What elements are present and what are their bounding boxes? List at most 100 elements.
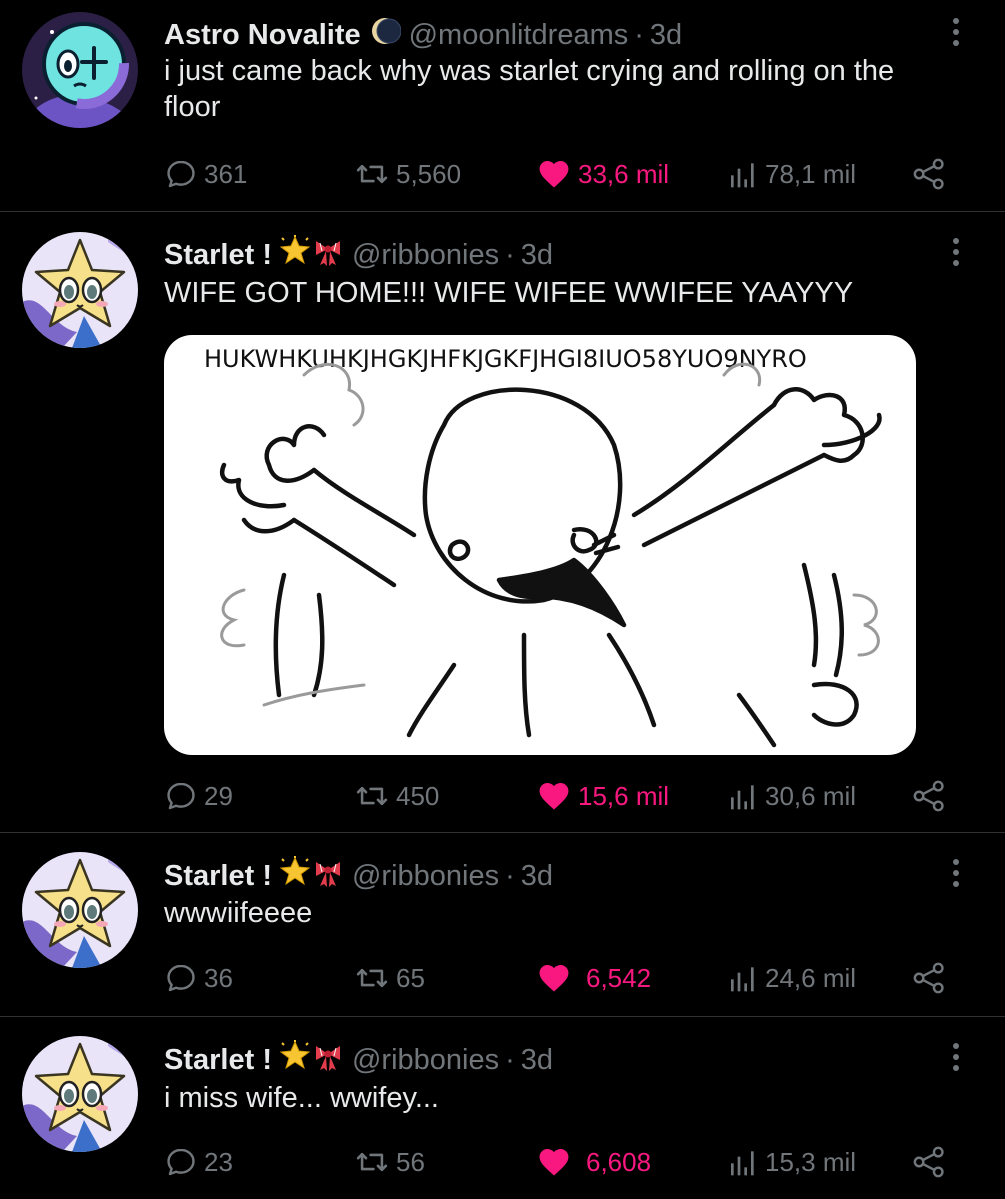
- reply-count: 23: [204, 1146, 233, 1177]
- views-button[interactable]: 24,6 mil: [727, 961, 856, 995]
- reply-count: 29: [204, 780, 233, 811]
- repost-count: 56: [396, 1146, 425, 1177]
- more-options-button[interactable]: [946, 235, 966, 269]
- reply-count: 36: [204, 962, 233, 993]
- post-header: Starlet ! @ribbonies · 3d: [164, 1040, 553, 1080]
- post-header: Starlet ! @ribbonies · 3d: [164, 856, 553, 896]
- post-4[interactable]: Starlet ! @ribbonies · 3d i miss wife...…: [0, 1017, 1005, 1199]
- reply-count: 361: [204, 158, 248, 189]
- share-icon: [912, 779, 946, 813]
- views-icon: [727, 961, 759, 995]
- repost-button[interactable]: 5,560: [354, 157, 461, 191]
- action-bar: 36 65 6,542 24,6 mil: [164, 961, 954, 995]
- reply-icon: [164, 157, 198, 191]
- doodle-drawing: [219, 362, 882, 748]
- avatar[interactable]: [22, 232, 138, 348]
- post-image[interactable]: HUKWHKUHKJHGKJHFKJGKFJHGI8IUO58YUO9NYRO: [164, 335, 916, 755]
- heart-icon: [536, 779, 572, 813]
- post-header: Astro Novalite @moonlitdreams · 3d: [164, 15, 682, 55]
- timestamp[interactable]: 3d: [521, 238, 553, 272]
- display-name[interactable]: Starlet !: [164, 1043, 272, 1077]
- repost-icon: [354, 961, 390, 995]
- action-bar: 23 56 6,608 15,3 mil: [164, 1145, 954, 1179]
- post-header: Starlet ! @ribbonies · 3d: [164, 235, 553, 275]
- reply-button[interactable]: 36: [164, 961, 233, 995]
- display-name[interactable]: Starlet !: [164, 859, 272, 893]
- more-options-button[interactable]: [946, 15, 966, 49]
- repost-count: 450: [396, 780, 440, 811]
- views-button[interactable]: 15,3 mil: [727, 1145, 856, 1179]
- share-icon: [912, 157, 946, 191]
- timestamp[interactable]: 3d: [521, 859, 553, 893]
- repost-icon: [354, 779, 390, 813]
- view-count: 78,1 mil: [765, 158, 857, 189]
- separator: ·: [505, 1044, 515, 1076]
- share-button[interactable]: [912, 1145, 952, 1179]
- like-count: 33,6 mil: [578, 158, 670, 189]
- separator: ·: [634, 19, 644, 51]
- user-handle[interactable]: @ribbonies: [352, 1043, 499, 1077]
- repost-button[interactable]: 450: [354, 779, 439, 813]
- share-button[interactable]: [912, 157, 952, 191]
- views-button[interactable]: 78,1 mil: [727, 157, 856, 191]
- user-handle[interactable]: @ribbonies: [352, 238, 499, 272]
- avatar-image: [22, 232, 138, 348]
- view-count: 24,6 mil: [765, 962, 857, 993]
- share-icon: [912, 1145, 946, 1179]
- like-button[interactable]: 33,6 mil: [536, 157, 669, 191]
- repost-icon: [354, 157, 390, 191]
- like-button[interactable]: 6,542: [536, 961, 651, 995]
- action-bar: 361 5,560 33,6 mil 78,1 mil: [164, 157, 954, 191]
- timestamp[interactable]: 3d: [650, 18, 682, 52]
- share-button[interactable]: [912, 779, 952, 813]
- avatar-image: [22, 1036, 138, 1152]
- repost-button[interactable]: 65: [354, 961, 425, 995]
- heart-icon: [536, 961, 572, 995]
- post-2[interactable]: Starlet ! @ribbonies · 3d WIFE GOT HOME!…: [0, 212, 1005, 832]
- views-icon: [727, 1145, 759, 1179]
- share-icon: [912, 961, 946, 995]
- reply-button[interactable]: 23: [164, 1145, 233, 1179]
- action-bar: 29 450 15,6 mil 30,6 mil: [164, 779, 954, 813]
- display-name[interactable]: Starlet !: [164, 238, 272, 272]
- separator: ·: [505, 239, 515, 271]
- views-icon: [727, 779, 759, 813]
- heart-icon: [536, 1145, 572, 1179]
- post-text: i just came back why was starlet crying …: [164, 55, 895, 123]
- post-3[interactable]: Starlet ! @ribbonies · 3d wwwiifeeee 36 …: [0, 833, 1005, 1016]
- post-text: wwwiifeeee: [164, 897, 313, 929]
- share-button[interactable]: [912, 961, 952, 995]
- like-button[interactable]: 15,6 mil: [536, 779, 669, 813]
- reply-button[interactable]: 361: [164, 157, 247, 191]
- repost-button[interactable]: 56: [354, 1145, 425, 1179]
- reply-icon: [164, 961, 198, 995]
- repost-count: 5,560: [396, 158, 462, 189]
- more-options-button[interactable]: [946, 856, 966, 890]
- reply-icon: [164, 779, 198, 813]
- views-icon: [727, 157, 759, 191]
- like-count: 6,608: [586, 1146, 652, 1177]
- user-handle[interactable]: @ribbonies: [352, 859, 499, 893]
- timestamp[interactable]: 3d: [521, 1043, 553, 1077]
- display-name[interactable]: Astro Novalite: [164, 18, 361, 52]
- repost-icon: [354, 1145, 390, 1179]
- post-text: WIFE GOT HOME!!! WIFE WIFEE WWIFEE YAAYY…: [164, 277, 854, 309]
- view-count: 30,6 mil: [765, 780, 857, 811]
- like-count: 6,542: [586, 962, 652, 993]
- more-options-button[interactable]: [946, 1040, 966, 1074]
- avatar[interactable]: [22, 12, 138, 128]
- avatar[interactable]: [22, 1036, 138, 1152]
- avatar-image: [22, 852, 138, 968]
- post-text: i miss wife... wwifey...: [164, 1082, 439, 1114]
- views-button[interactable]: 30,6 mil: [727, 779, 856, 813]
- heart-icon: [536, 157, 572, 191]
- user-handle[interactable]: @moonlitdreams: [409, 18, 629, 52]
- post-1[interactable]: Astro Novalite @moonlitdreams · 3d i jus…: [0, 0, 1005, 210]
- star-and-ribbon-icon: [280, 235, 344, 275]
- avatar-image: [22, 12, 138, 128]
- like-button[interactable]: 6,608: [536, 1145, 651, 1179]
- star-and-ribbon-icon: [280, 856, 344, 896]
- avatar[interactable]: [22, 852, 138, 968]
- reply-button[interactable]: 29: [164, 779, 233, 813]
- moon-icon: [369, 15, 401, 55]
